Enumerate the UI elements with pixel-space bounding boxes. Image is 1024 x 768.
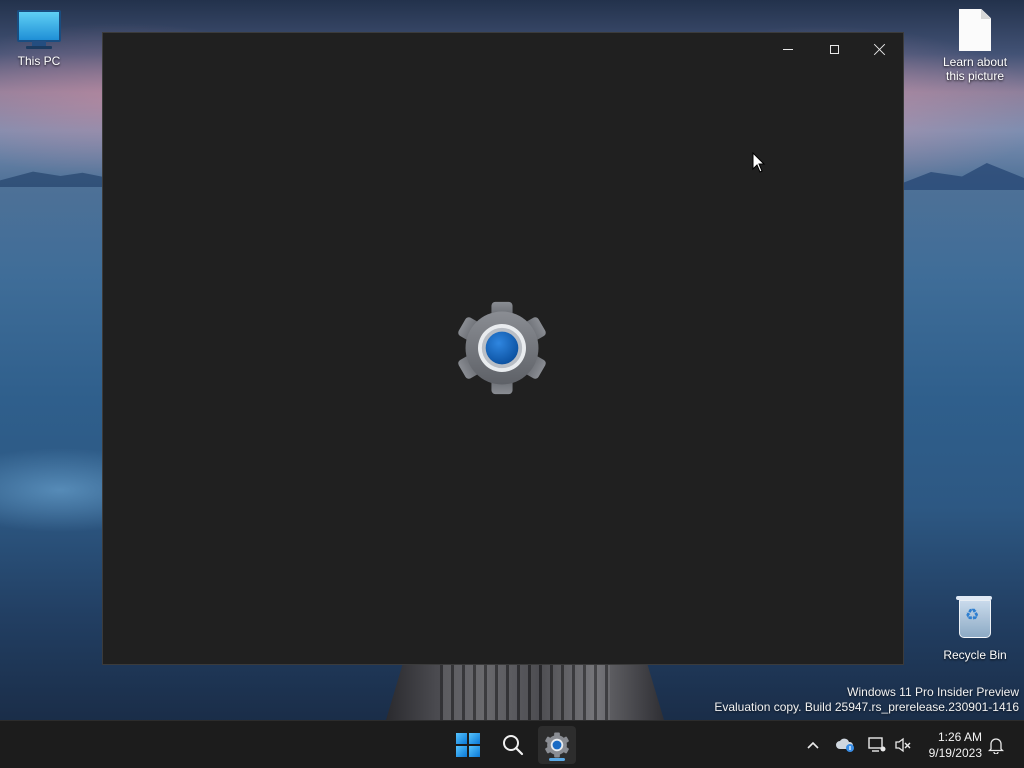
show-hidden-icons-button[interactable] [799,731,827,759]
desktop-icon-label: This PC [17,54,61,68]
desktop-icon-recycle-bin[interactable]: ♻ Recycle Bin [936,596,1014,662]
notifications-button[interactable] [982,731,1010,759]
wallpaper-mountains-left [0,171,110,187]
onedrive-tray-button[interactable] [831,731,859,759]
minimize-icon [783,48,793,50]
minimize-button[interactable] [765,33,811,65]
desktop-icon-label: Recycle Bin [943,648,1007,662]
desktop-icon-label: Learn about this picture [942,55,1008,83]
start-button[interactable] [449,726,487,764]
network-tray-button[interactable] [863,731,891,759]
close-icon [874,43,886,55]
monitor-icon [17,10,61,50]
volume-muted-icon [895,737,911,753]
clock-time: 1:26 AM [937,730,982,744]
mouse-cursor-icon [752,152,766,173]
notification-bell-icon [988,738,1004,754]
volume-tray-button[interactable] [889,731,917,759]
recycle-bin-icon: ♻ [956,596,992,644]
active-app-indicator [549,758,565,761]
desktop-icon-this-pc[interactable]: This PC [0,10,78,68]
wallpaper-mountains-right [900,163,1024,190]
settings-gear-icon [545,732,569,758]
taskbar-clock[interactable]: 1:26 AM 9/19/2023 [929,729,982,761]
close-button[interactable] [857,33,903,65]
clock-date: 9/19/2023 [928,746,982,760]
search-button[interactable] [494,726,532,764]
network-icon [868,737,886,752]
watermark-edition: Windows 11 Pro Insider Preview [847,685,1019,699]
desktop-icon-learn-about-picture[interactable]: Learn about this picture [936,9,1014,83]
maximize-button[interactable] [811,33,857,65]
evaluation-watermark: Windows 11 Pro Insider Preview Evaluatio… [714,685,1019,715]
search-icon [503,735,524,756]
taskbar: 1:26 AM 9/19/2023 [0,720,1024,768]
settings-gear-icon [458,301,546,395]
document-icon [959,9,991,51]
windows-start-icon [456,733,480,757]
chevron-up-icon [807,741,819,749]
wallpaper-pier-planks [440,664,610,720]
onedrive-cloud-icon [836,738,854,752]
maximize-icon [829,44,839,54]
watermark-build: Evaluation copy. Build 25947.rs_prerelea… [714,700,1019,714]
